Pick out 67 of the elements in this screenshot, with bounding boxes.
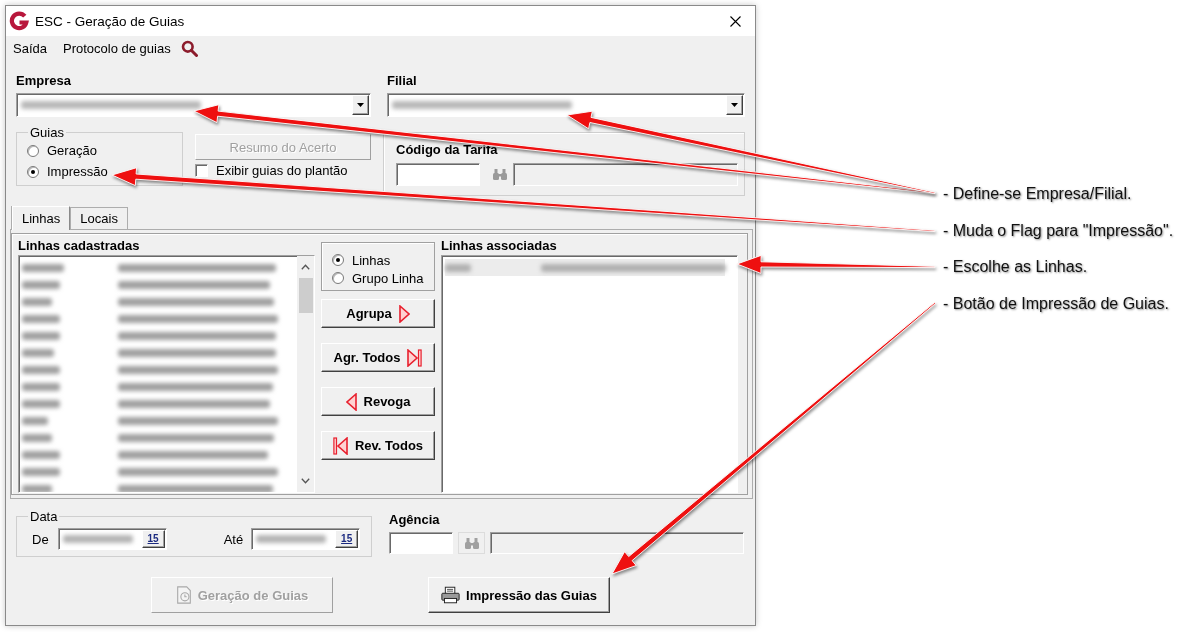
search-icon[interactable]	[180, 39, 198, 57]
blurred-value	[256, 535, 327, 543]
field-label: Filial	[387, 73, 418, 89]
action-button[interactable]: Impressão das Guias	[428, 577, 610, 613]
dropdown-button[interactable]	[726, 95, 743, 115]
menu-item[interactable]: Protocolo de guias	[63, 40, 171, 56]
field-label: Código da Tarifa	[396, 142, 499, 158]
binoculars-icon	[464, 537, 479, 549]
blurred-list-row[interactable]	[445, 259, 725, 276]
calendar-button[interactable]: 15	[141, 530, 165, 548]
tab[interactable]: Locais	[70, 207, 128, 229]
left-triangle-icon	[345, 392, 357, 411]
chevron-down-icon[interactable]	[301, 478, 310, 484]
caret-icon	[357, 103, 364, 107]
date-field[interactable]: 15	[251, 528, 361, 550]
menu-item[interactable]: Saída	[13, 40, 47, 56]
option-label: Impressão	[47, 164, 108, 179]
printer-icon	[441, 586, 461, 604]
transfer-button[interactable]: Agrupa	[321, 299, 435, 328]
chevron-up-icon[interactable]	[301, 264, 310, 270]
combo-box[interactable]	[16, 93, 371, 117]
annotation-note: - Botão de Impressão de Guias.	[943, 295, 1170, 314]
blurred-value	[62, 535, 133, 543]
group-legend: Data	[28, 509, 60, 524]
transfer-button[interactable]: Rev. Todos	[321, 431, 435, 460]
caret-icon	[731, 103, 738, 107]
skip-to-end-icon	[407, 348, 423, 367]
right-triangle-icon	[398, 304, 410, 323]
list-box[interactable]	[441, 255, 738, 493]
search-button[interactable]	[458, 532, 485, 554]
transfer-button[interactable]: Agr. Todos	[321, 343, 435, 372]
tab[interactable]: Linhas	[12, 206, 71, 230]
field-label: Agência	[389, 512, 441, 528]
combo-box[interactable]	[387, 93, 745, 117]
list-title: Linhas cadastradas	[18, 238, 141, 254]
readonly-field[interactable]	[490, 532, 744, 554]
readonly-field[interactable]	[513, 163, 738, 186]
skip-to-start-icon	[332, 436, 348, 455]
option-label: Grupo Linha	[352, 270, 424, 286]
group-legend: Guias	[28, 125, 66, 140]
checkbox[interactable]	[195, 164, 208, 177]
option-label: Geração	[47, 143, 97, 158]
list-title: Linhas associadas	[441, 238, 558, 254]
annotation-note: - Define-se Empresa/Filial.	[943, 185, 1133, 203]
field-label: Até	[223, 531, 244, 547]
close-icon	[729, 15, 741, 27]
radio-button[interactable]	[332, 254, 344, 266]
app-logo-icon	[9, 11, 29, 31]
annotation-note: - Escolhe as Linhas.	[943, 258, 1089, 277]
input-field[interactable]	[396, 163, 480, 186]
radio-button[interactable]	[27, 165, 39, 178]
scrollbar[interactable]	[297, 256, 314, 492]
field-label: De	[32, 531, 49, 547]
window-title: ESC - Geração de Guias	[35, 13, 185, 29]
option-label: Linhas	[352, 252, 391, 268]
radio-button[interactable]	[332, 272, 344, 284]
input-field[interactable]	[389, 532, 453, 554]
annotation-note: - Muda o Flag para "Impressão".	[943, 221, 1174, 240]
binoculars-icon	[493, 169, 507, 180]
transfer-button[interactable]: Revoga	[321, 387, 435, 416]
scroll-thumb[interactable]	[298, 278, 313, 313]
calendar-button[interactable]: 15	[335, 530, 359, 548]
date-field[interactable]: 15	[57, 528, 167, 550]
document-clock-icon	[175, 586, 192, 604]
field-label: Empresa	[16, 73, 72, 89]
dropdown-button[interactable]	[352, 95, 369, 115]
checkbox-label: Exibir guias do plantão	[216, 163, 348, 178]
